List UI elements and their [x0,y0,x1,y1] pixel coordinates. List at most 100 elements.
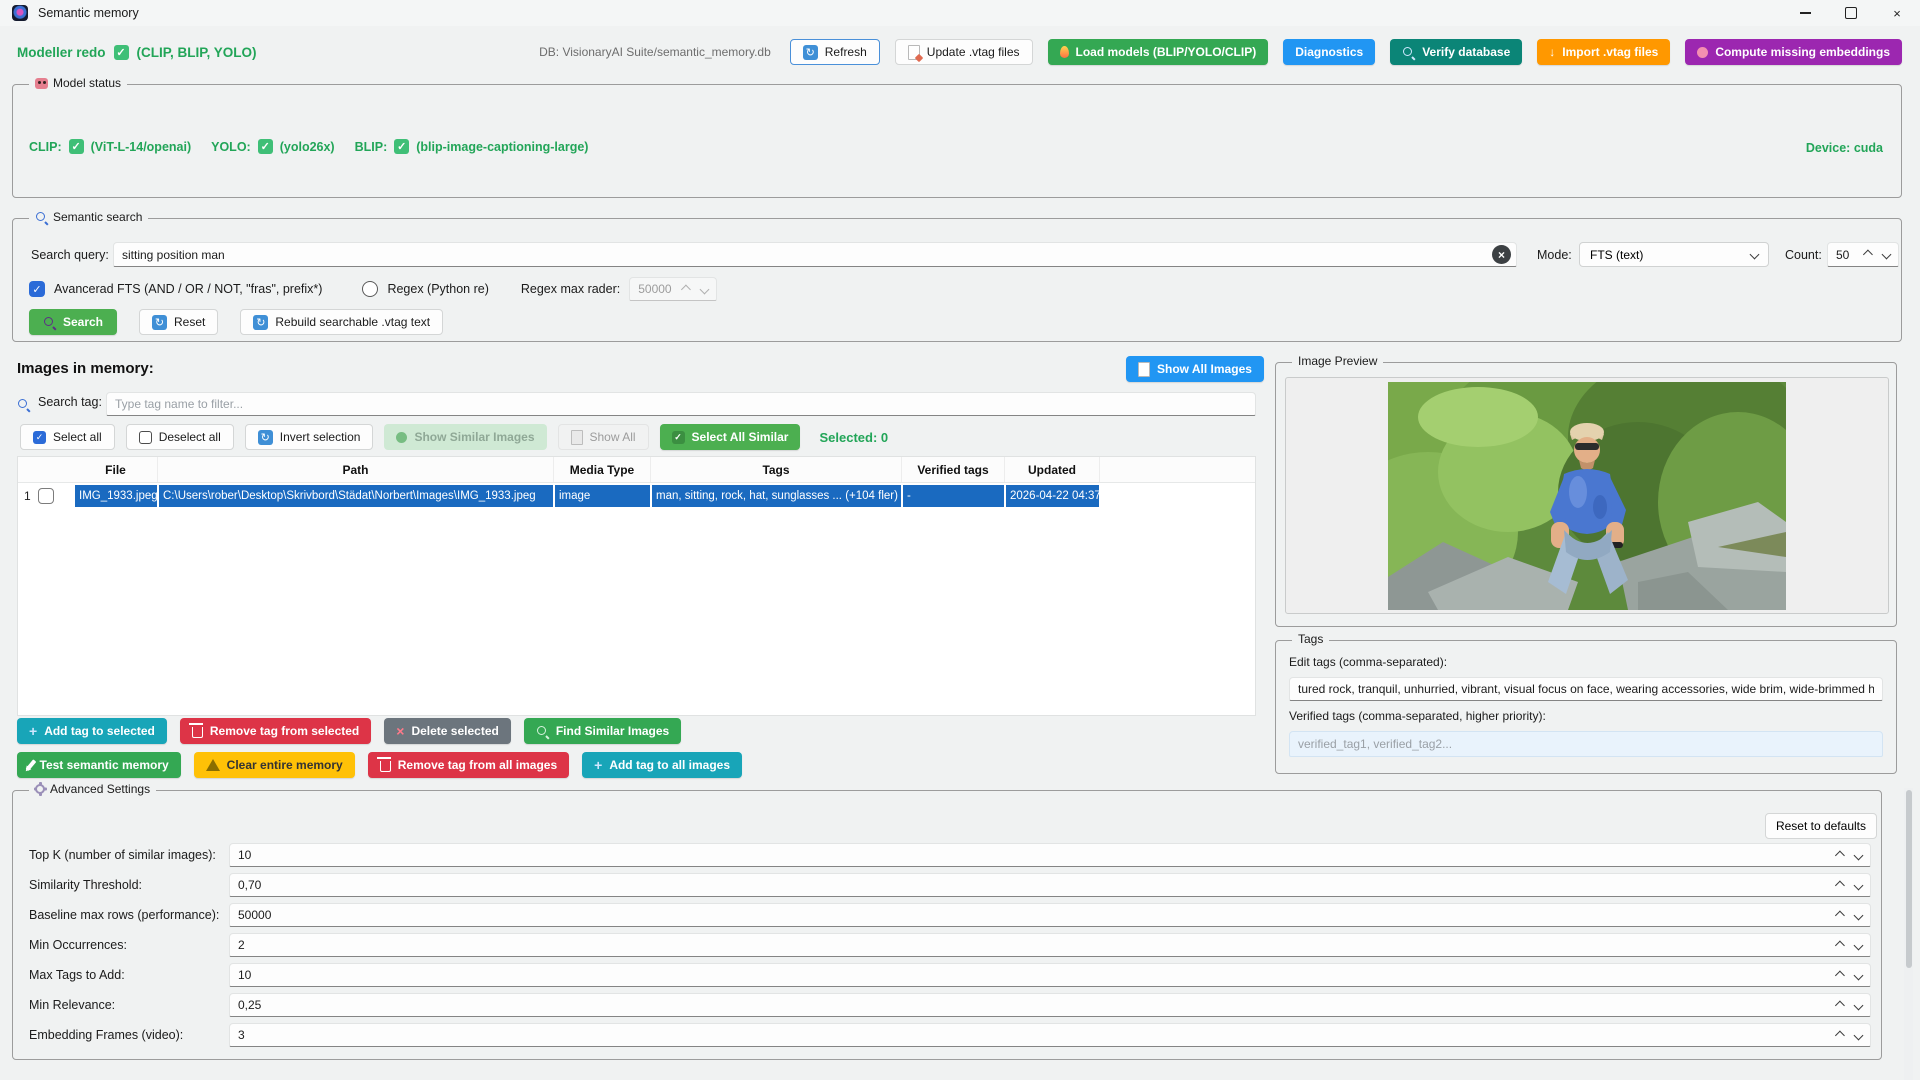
document-edit-icon [907,44,920,60]
diagnostics-button[interactable]: Diagnostics [1283,39,1376,65]
spin-up-icon[interactable] [1862,249,1873,260]
col-file[interactable]: File [74,457,158,482]
cell-updated[interactable]: 2026-04-22 04:37 [1006,485,1099,507]
search-query-input[interactable] [113,242,1517,267]
spin-up-icon[interactable] [1834,970,1845,980]
search-tag-label: Search tag: [38,395,102,409]
advanced-settings-group: Advanced Settings Reset to defaults Top … [12,782,1882,1060]
spin-up-icon[interactable] [1834,1030,1845,1040]
images-heading: Images in memory: [17,360,154,377]
deselect-all-button[interactable]: Deselect all [125,424,234,450]
cell-path[interactable]: C:\Users\rober\Desktop\Skrivbord\Städat\… [159,485,553,507]
col-verified-tags[interactable]: Verified tags [902,457,1005,482]
col-updated[interactable]: Updated [1005,457,1100,482]
vertical-scrollbar[interactable] [1904,788,1913,1080]
search-button[interactable]: Search [29,309,117,335]
mode-select[interactable]: FTS (text) [1579,242,1769,267]
maximize-button[interactable] [1828,0,1874,26]
reset-button[interactable]: Reset [139,309,219,335]
regex-checkbox[interactable] [362,281,379,297]
test-semantic-memory-button[interactable]: Test semantic memory [17,752,181,778]
select-all-similar-button[interactable]: Select All Similar [659,424,801,450]
spin-up-icon[interactable] [1834,940,1845,950]
chevron-down-icon [1749,249,1760,260]
spin-down-icon[interactable] [1853,970,1864,980]
search-query-label: Search query: [31,248,109,262]
cell-tags[interactable]: man, sitting, rock, hat, sunglasses ... … [652,485,901,507]
threshold-spinner[interactable]: 0,70 [229,873,1871,897]
load-models-button[interactable]: Load models (BLIP/YOLO/CLIP) [1047,39,1269,65]
selected-count: Selected: 0 [819,429,889,445]
spin-down-icon[interactable] [1853,850,1864,860]
add-tag-all-images-button[interactable]: + Add tag to all images [582,752,742,778]
remove-tag-selected-button[interactable]: Remove tag from selected [179,718,372,744]
advanced-fts-checkbox[interactable] [29,281,45,297]
spin-down-icon[interactable] [1853,1000,1864,1010]
spin-down-icon[interactable] [1853,940,1864,950]
verified-tags-input[interactable] [1289,731,1883,757]
spin-down-icon[interactable] [1853,1030,1864,1040]
clear-entire-memory-button[interactable]: Clear entire memory [193,752,355,778]
verify-database-button[interactable]: Verify database [1390,39,1523,65]
clear-search-icon[interactable]: × [1492,245,1511,264]
cell-verified-tags[interactable]: - [903,485,1004,507]
remove-tag-all-images-button[interactable]: Remove tag from all images [367,752,570,778]
minimize-button[interactable] [1782,0,1828,26]
min-occurrences-spinner[interactable]: 2 [229,933,1871,957]
row-checkbox[interactable] [37,488,54,504]
checked-box-icon [33,430,46,444]
refresh-icon [152,314,167,330]
delete-selected-button[interactable]: × Delete selected [384,718,511,744]
setting-label: Baseline max rows (performance): [29,908,220,922]
col-media-type[interactable]: Media Type [554,457,651,482]
model-status-legend: Model status [29,76,128,90]
scrollbar-thumb[interactable] [1905,790,1912,968]
spin-down-icon[interactable] [1853,910,1864,920]
show-all-images-button[interactable]: Show All Images [1126,356,1264,382]
import-vtag-button[interactable]: ↓ Import .vtag files [1537,39,1671,65]
add-tag-selected-button[interactable]: + Add tag to selected [17,718,167,744]
show-all-button: Show All [557,424,649,450]
select-all-button[interactable]: Select all [20,424,115,450]
image-preview-panel [1285,377,1889,614]
invert-selection-button[interactable]: Invert selection [244,424,374,450]
cell-file[interactable]: IMG_1933.jpeg [75,485,157,507]
refresh-icon [253,314,269,330]
find-similar-images-button[interactable]: Find Similar Images [523,718,682,744]
model-status-group: Model status CLIP:(ViT-L-14/openai) YOLO… [12,76,1902,198]
col-tags[interactable]: Tags [651,457,902,482]
embedding-frames-spinner[interactable]: 3 [229,1023,1871,1047]
model-status-line: CLIP:(ViT-L-14/openai) YOLO:(yolo26x) BL… [29,139,588,154]
search-tag-input[interactable] [106,392,1256,416]
pen-icon [25,759,36,771]
cell-media-type[interactable]: image [555,485,650,507]
advanced-settings-legend: Advanced Settings [29,782,157,796]
baseline-rows-spinner[interactable]: 50000 [229,903,1871,927]
trash-icon [189,723,204,738]
setting-row-min-relevance: Min Relevance: 0,25 [29,993,1871,1017]
spin-up-icon[interactable] [1834,910,1845,920]
x-icon: × [396,723,405,739]
spin-down-icon[interactable] [1881,249,1892,260]
close-button[interactable]: × [1874,0,1920,26]
models-ready-list: (CLIP, BLIP, YOLO) [136,44,257,60]
count-spinner[interactable]: 50 [1827,242,1899,267]
max-tags-spinner[interactable]: 10 [229,963,1871,987]
spin-down-icon[interactable] [1853,880,1864,890]
reset-to-defaults-button[interactable]: Reset to defaults [1764,813,1877,839]
spin-up-icon[interactable] [1834,880,1845,890]
table-row[interactable]: 1 IMG_1933.jpeg C:\Users\rober\Desktop\S… [18,483,1255,509]
refresh-button[interactable]: Refresh [789,39,880,65]
col-path[interactable]: Path [158,457,554,482]
topk-spinner[interactable]: 10 [229,843,1871,867]
min-relevance-spinner[interactable]: 0,25 [229,993,1871,1017]
spin-down-icon [699,284,710,294]
maximize-icon [1845,7,1857,19]
compute-embeddings-button[interactable]: Compute missing embeddings [1685,39,1902,65]
preview-image [1388,381,1786,610]
rebuild-vtag-button[interactable]: Rebuild searchable .vtag text [240,309,444,335]
spin-up-icon[interactable] [1834,1000,1845,1010]
update-vtag-button[interactable]: Update .vtag files [894,39,1033,65]
edit-tags-input[interactable] [1289,677,1883,701]
spin-up-icon[interactable] [1834,850,1845,860]
